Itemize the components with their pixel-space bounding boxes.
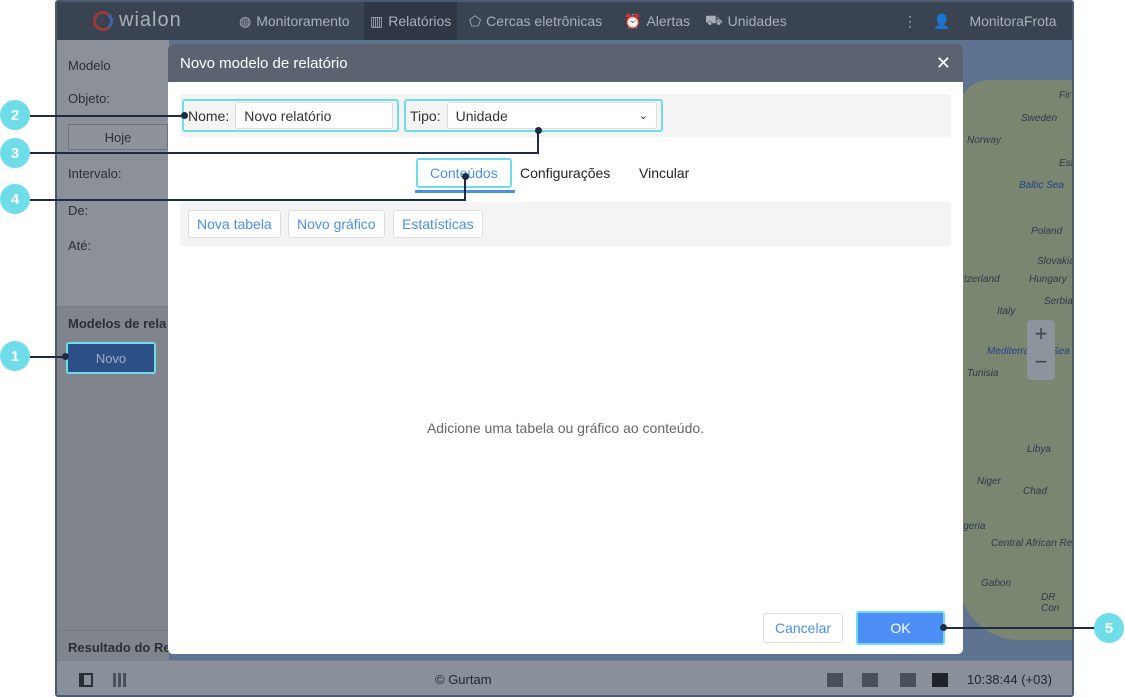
logo-icon	[93, 10, 113, 31]
dialog-header: Novo modelo de relatório ✕	[168, 44, 963, 82]
report-icon: ▥	[370, 12, 384, 29]
new-report-template-dialog: Novo modelo de relatório ✕ Nome: Novo re…	[168, 44, 963, 654]
alarm-icon: ⏰	[624, 12, 642, 29]
globe-icon: ◍	[239, 12, 252, 29]
map-label: Tunisia	[967, 368, 999, 379]
map-label: Italy	[997, 306, 1016, 317]
type-select[interactable]: Unidade ⌄	[446, 102, 657, 129]
map-label: Central African Re	[991, 538, 1073, 549]
nav-relatorios[interactable]: ▥ Relatórios	[364, 2, 458, 40]
map-label: Mediterra	[987, 346, 1030, 357]
map-label: Slovakia	[1037, 256, 1074, 267]
map-label: tzerland	[964, 274, 1000, 285]
callout-1: 1	[0, 341, 30, 371]
cancel-button[interactable]: Cancelar	[763, 613, 843, 643]
geofence-icon: ⬠	[469, 12, 482, 29]
nav-monitoramento[interactable]: ◍ Monitoramento	[233, 2, 356, 40]
novo-button[interactable]: Novo	[66, 342, 156, 374]
map-label: Sweden	[1021, 113, 1058, 124]
tab-configuracoes[interactable]: Configurações	[508, 158, 622, 188]
layout-icon[interactable]	[932, 673, 948, 687]
tab-vincular[interactable]: Vincular	[627, 158, 701, 188]
user-menu[interactable]: 👤 MonitoraFrota	[927, 2, 1063, 40]
map-label: Est	[1059, 158, 1074, 169]
logo[interactable]: wialon	[93, 9, 182, 32]
map-label: Poland	[1031, 226, 1063, 237]
map-label: Niger	[977, 476, 1001, 487]
mail-icon[interactable]	[862, 673, 878, 687]
nav-unidades[interactable]: ⛟ Unidades	[699, 2, 793, 40]
new-table-button[interactable]: Nova tabela	[188, 210, 281, 238]
objeto-label: Objeto:	[68, 91, 110, 106]
bottom-bar: © Gurtam 10:38:44 (+03)	[57, 660, 1072, 695]
modelos-heading: Modelos de rela	[68, 316, 167, 331]
callout-5: 5	[1094, 613, 1124, 643]
top-bar: wialon ◍ Monitoramento ▥ Relatórios ⬠ Cerca…	[57, 2, 1072, 40]
notification-icon[interactable]	[827, 673, 843, 687]
de-label: De:	[68, 203, 89, 218]
callout-4: 4	[0, 184, 30, 214]
dialog-title: Novo modelo de relatório	[180, 54, 348, 72]
report-sidebar: Modelo Objeto: Hoje Intervalo: De: Até: …	[57, 40, 171, 660]
type-field: Tipo: Unidade ⌄	[404, 99, 663, 132]
hoje-button[interactable]: Hoje	[68, 124, 168, 150]
map-label: Chad	[1023, 486, 1047, 497]
map-label: Fir	[1059, 90, 1071, 101]
map-label: igeria	[961, 521, 986, 532]
bus-icon: ⛟	[705, 11, 723, 28]
ok-button[interactable]: OK	[856, 611, 945, 645]
user-icon: 👤	[933, 12, 951, 29]
map-label: DR Con	[1041, 592, 1060, 614]
nav-cercas[interactable]: ⬠ Cercas eletrônicas	[463, 2, 608, 40]
map-label: Baltic Sea	[1019, 180, 1065, 191]
panel-toggle-icon[interactable]	[79, 673, 93, 687]
statistics-button[interactable]: Estatísticas	[393, 210, 483, 238]
new-chart-button[interactable]: Novo gráfico	[288, 210, 385, 238]
nav-alertas[interactable]: ⏰ Alertas	[618, 2, 696, 40]
chevron-down-icon: ⌄	[638, 110, 648, 122]
zoom-out-button[interactable]: −	[1027, 348, 1055, 376]
resultado-heading: Resultado do Re	[68, 640, 171, 655]
intervalo-label: Intervalo:	[68, 166, 122, 181]
copyright: © Gurtam	[435, 672, 492, 687]
image-icon[interactable]	[900, 673, 916, 687]
modelo-label: Modelo	[68, 58, 111, 73]
more-menu-icon[interactable]: ⋮	[897, 2, 923, 40]
map-label: Libya	[1027, 444, 1051, 455]
zoom-in-button[interactable]: +	[1027, 320, 1055, 348]
map-label: Serbia	[1044, 296, 1073, 307]
name-field: Nome: Novo relatório	[182, 99, 399, 132]
map-label: Gabon	[981, 578, 1012, 589]
empty-message: Adicione uma tabela ou gráfico ao conteú…	[426, 420, 705, 436]
ate-label: Até:	[68, 238, 92, 253]
clock: 10:38:44 (+03)	[967, 672, 1052, 687]
name-input[interactable]: Novo relatório	[235, 102, 393, 129]
apps-grid-icon[interactable]	[113, 673, 127, 687]
close-icon[interactable]: ✕	[936, 53, 951, 74]
callout-3: 3	[0, 138, 30, 168]
map-label: Hungary	[1029, 274, 1067, 285]
callout-2: 2	[0, 100, 30, 130]
map-label: Norway	[967, 135, 1001, 146]
